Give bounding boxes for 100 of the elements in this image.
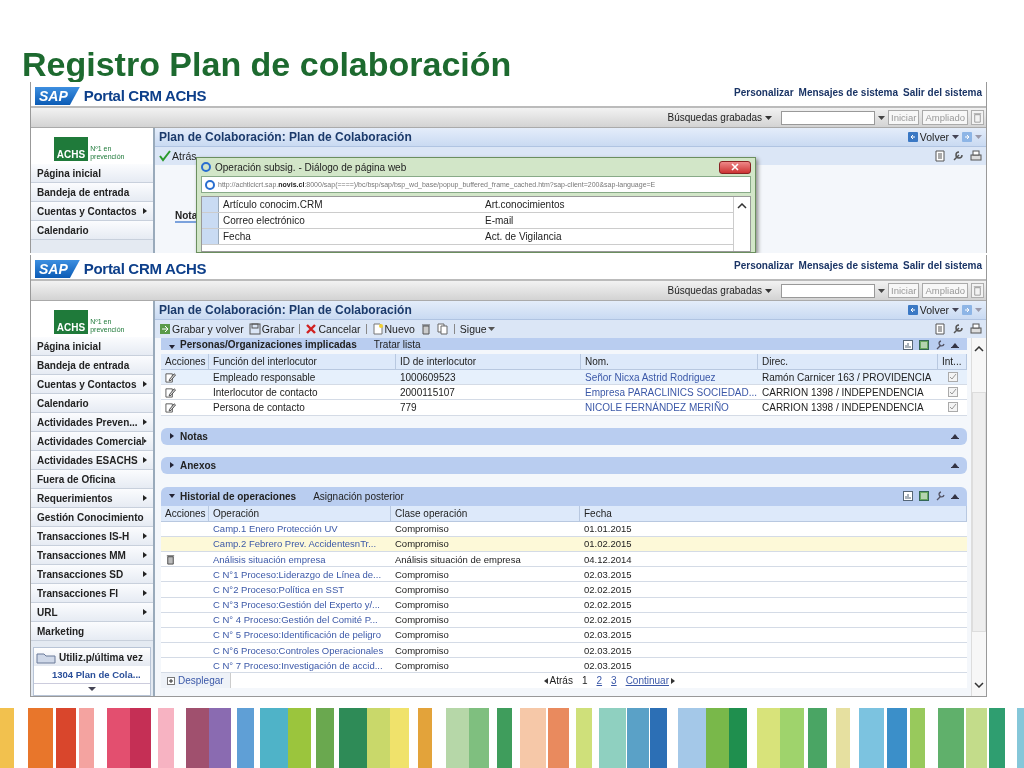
name-link[interactable]: Señor Nicxa Astrid Rodriguez [581, 370, 758, 386]
sidebar-item[interactable]: URL [31, 603, 153, 622]
page-link[interactable]: 2 [596, 675, 603, 687]
operation-link[interactable]: C N° 4 Proceso:Gestión del Comité P... [209, 612, 391, 628]
operation-link[interactable]: C N°6 Proceso:Controles Operacionales [209, 643, 391, 659]
copy-icon[interactable] [436, 323, 449, 335]
sidebar-item[interactable]: Marketing [31, 622, 153, 641]
operation-link[interactable]: C N° 5 Proceso:Identificación de peligro [209, 627, 391, 644]
wrench-icon[interactable] [952, 323, 964, 335]
more-menu-button[interactable]: Sigue [459, 323, 495, 335]
table-cell[interactable]: Artículo conocim.CRM [219, 199, 485, 210]
scroll-thumb[interactable] [972, 392, 986, 632]
toolbar-button[interactable]: Grabar y volver [159, 323, 244, 335]
header-link[interactable]: Salir del sistema [903, 87, 982, 98]
column-header[interactable]: Nom. [581, 354, 758, 370]
edit-icon[interactable] [165, 401, 176, 413]
header-link[interactable]: Personalizar [734, 260, 794, 271]
recent-item-link[interactable]: 1304 Plan de Cola... [34, 666, 150, 684]
header-link[interactable]: Mensajes de sistema [798, 260, 899, 271]
collapse-icon[interactable] [951, 433, 959, 440]
edit-icon[interactable] [165, 386, 176, 398]
collapse-icon[interactable] [951, 342, 959, 348]
sidebar-item[interactable]: Transacciones IS-H [31, 527, 153, 546]
wrench-icon[interactable] [952, 150, 964, 162]
section-title[interactable]: Personas/Organizaciones implicadas [180, 339, 357, 350]
sidebar-item[interactable]: Cuentas y Contactos [31, 202, 153, 221]
page-link[interactable]: 3 [611, 675, 617, 687]
caret-icon[interactable] [952, 308, 959, 312]
sidebar-item[interactable]: Calendario [31, 221, 153, 240]
spreadsheet-icon[interactable] [919, 340, 929, 350]
dropdown-icon[interactable] [878, 288, 886, 293]
header-link[interactable]: Personalizar [734, 87, 794, 98]
toolbar-button[interactable]: Nuevo [371, 323, 415, 335]
sidebar-item[interactable]: Calendario [31, 394, 153, 413]
expanded-arrow-icon[interactable] [169, 344, 175, 350]
search-field[interactable] [781, 283, 876, 298]
toolbar-button[interactable]: Cancelar [305, 323, 361, 335]
sidebar-item[interactable]: Actividades ESACHS [31, 451, 153, 470]
table-cell[interactable]: Correo electrónico [219, 215, 485, 226]
sidebar-item[interactable]: Transacciones MM [31, 546, 153, 565]
document-icon[interactable] [934, 323, 946, 335]
scroll-down-icon[interactable] [88, 687, 96, 691]
column-header[interactable]: Acciones [161, 354, 209, 370]
table-cell[interactable]: Act. de Vigilancia [485, 231, 733, 242]
close-button[interactable] [719, 160, 751, 174]
sidebar-item[interactable]: Transacciones FI [31, 584, 153, 603]
column-header[interactable]: Direc. [758, 354, 938, 370]
sidebar-item[interactable]: Gestión Conocimiento [31, 508, 153, 527]
sidebar-item[interactable]: Página inicial [31, 337, 153, 356]
expand-button[interactable]: Desplegar [161, 673, 231, 689]
sidebar-item[interactable]: Página inicial [31, 164, 153, 183]
section-action-link[interactable]: Asignación posterior [313, 490, 404, 502]
saved-searches-menu[interactable]: Búsquedas grabadas [667, 285, 763, 296]
section-title[interactable]: Notas [180, 430, 208, 442]
sidebar-item[interactable]: Actividades Comercial [31, 432, 153, 451]
toolbar-button[interactable]: Atrás [159, 150, 197, 162]
chart-icon[interactable] [903, 491, 913, 502]
table-cell[interactable]: E-mail [485, 215, 733, 226]
sidebar-item[interactable]: Bandeja de entrada [31, 183, 153, 202]
collapse-icon[interactable] [951, 462, 959, 469]
collapse-icon[interactable] [951, 493, 959, 500]
section-action-link[interactable]: Tratar lista [373, 339, 421, 350]
operation-link[interactable]: Camp.1 Enero Protección UV [209, 521, 391, 537]
section-title[interactable]: Anexos [180, 459, 217, 471]
back-button[interactable]: Volver [907, 131, 949, 143]
expanded-arrow-icon[interactable] [169, 493, 175, 500]
column-header[interactable]: Int... [938, 354, 967, 370]
sidebar-item[interactable]: Transacciones SD [31, 565, 153, 584]
operation-link[interactable]: C N°1 Proceso:Liderazgo de Línea de... [209, 567, 391, 583]
wrench-icon[interactable] [935, 491, 945, 502]
section-title[interactable]: Historial de operaciones [180, 490, 297, 502]
trash-icon[interactable] [165, 553, 176, 565]
sidebar-item[interactable]: Fuera de Oficina [31, 470, 153, 489]
header-link[interactable]: Mensajes de sistema [798, 87, 899, 98]
collapsed-arrow-icon[interactable] [169, 462, 175, 469]
saved-searches-menu[interactable]: Búsquedas grabadas [667, 112, 763, 123]
table-cell[interactable]: Art.conocimientos [485, 199, 733, 210]
previous-page-link[interactable]: Atrás [543, 675, 573, 687]
dropdown-icon[interactable] [878, 115, 886, 120]
column-header[interactable]: ID de interlocutor [396, 354, 581, 370]
scrollbar[interactable] [971, 338, 986, 696]
operation-link[interactable]: Análisis situación empresa [209, 551, 391, 568]
chart-icon[interactable] [903, 340, 913, 350]
spreadsheet-icon[interactable] [919, 491, 929, 502]
back-button[interactable]: Volver [907, 304, 949, 316]
edit-icon[interactable] [165, 371, 176, 383]
print-icon[interactable] [970, 323, 982, 335]
sidebar-item[interactable]: Bandeja de entrada [31, 356, 153, 375]
wrench-icon[interactable] [935, 340, 945, 350]
toolbar-button[interactable]: Grabar [248, 323, 295, 335]
sidebar-item[interactable]: Cuentas y Contactos [31, 375, 153, 394]
next-page-link[interactable]: Continuar [625, 675, 675, 687]
sidebar-item[interactable]: Requerimientos [31, 489, 153, 508]
header-link[interactable]: Salir del sistema [903, 260, 982, 271]
page-link[interactable]: 1 [581, 675, 588, 687]
caret-icon[interactable] [952, 135, 959, 139]
search-field[interactable] [781, 110, 876, 125]
table-cell[interactable]: Fecha [219, 231, 485, 242]
document-icon[interactable] [934, 150, 946, 162]
operation-link[interactable]: C N°3 Proceso:Gestión del Experto y/... [209, 597, 391, 613]
